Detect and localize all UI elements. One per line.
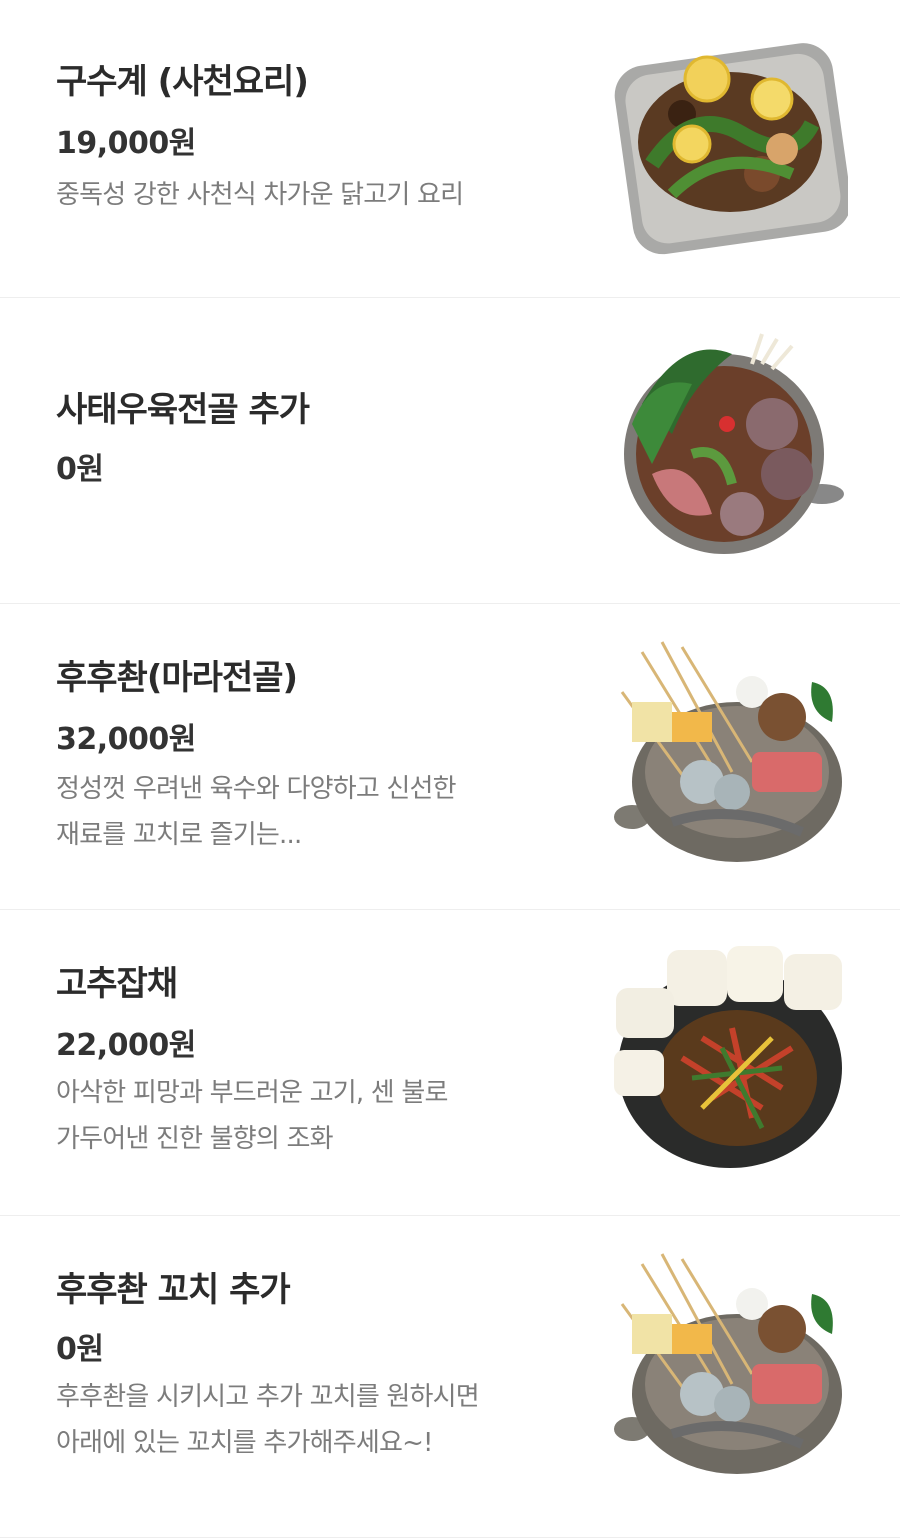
menu-item-name: 후후촨 꼬치 추가 (56, 1270, 291, 1310)
description-line: 재료를 꼬치로 즐기는... (56, 820, 302, 850)
description-line: 정성껏 우려낸 육수와 다양하고 신선한 (56, 774, 457, 804)
mala-skewer-hotpot-icon[interactable] (612, 632, 848, 868)
menu-item[interactable]: 구수계 (사천요리) 19,000원 중독성 강한 사천식 차가운 닭고기 요리 (0, 0, 900, 298)
menu-item-price: 0원 (56, 1332, 104, 1367)
menu-item-name: 구수계 (사천요리) (56, 62, 309, 102)
description-line: 아삭한 피망과 부드러운 고기, 센 불로 (56, 1078, 448, 1108)
menu-item-description: 중독성 강한 사천식 차가운 닭고기 요리 (56, 172, 536, 218)
mala-skewer-hotpot-icon[interactable] (612, 1244, 848, 1480)
menu-item-price: 32,000원 (56, 722, 196, 757)
menu-item-price: 22,000원 (56, 1028, 196, 1063)
menu-item-name: 후후촨(마라전골) (56, 658, 298, 698)
menu-item[interactable]: 후후촨 꼬치 추가 0원 후후촨을 시키시고 추가 꼬치를 원하시면 아래에 있… (0, 1216, 900, 1538)
menu-item-name: 사태우육전골 추가 (56, 390, 310, 430)
menu-list: 구수계 (사천요리) 19,000원 중독성 강한 사천식 차가운 닭고기 요리… (0, 0, 900, 1538)
menu-item[interactable]: 후후촨(마라전골) 32,000원 정성껏 우려낸 육수와 다양하고 신선한 재… (0, 604, 900, 910)
menu-item-price: 19,000원 (56, 126, 196, 161)
description-line: 가두어낸 진한 불향의 조화 (56, 1124, 334, 1154)
menu-item-price: 0원 (56, 452, 104, 487)
spicy-chicken-dish-icon[interactable] (612, 24, 848, 260)
description-line: 후후촨을 시키시고 추가 꼬치를 원하시면 (56, 1382, 480, 1412)
menu-item-description: 정성껏 우려낸 육수와 다양하고 신선한 재료를 꼬치로 즐기는... (56, 766, 536, 858)
description-line: 중독성 강한 사천식 차가운 닭고기 요리 (56, 180, 464, 210)
menu-item[interactable]: 사태우육전골 추가 0원 (0, 298, 900, 604)
menu-item[interactable]: 고추잡채 22,000원 아삭한 피망과 부드러운 고기, 센 불로 가두어낸 … (0, 910, 900, 1216)
menu-item-description: 후후촨을 시키시고 추가 꼬치를 원하시면 아래에 있는 꼬치를 추가해주세요~… (56, 1374, 536, 1466)
menu-item-description: 아삭한 피망과 부드러운 고기, 센 불로 가두어낸 진한 불향의 조화 (56, 1070, 536, 1162)
description-line: 아래에 있는 꼬치를 추가해주세요~! (56, 1428, 433, 1458)
menu-item-name: 고추잡채 (56, 964, 178, 1004)
pepper-japchae-icon[interactable] (612, 938, 848, 1174)
beef-hotpot-icon[interactable] (612, 324, 848, 560)
